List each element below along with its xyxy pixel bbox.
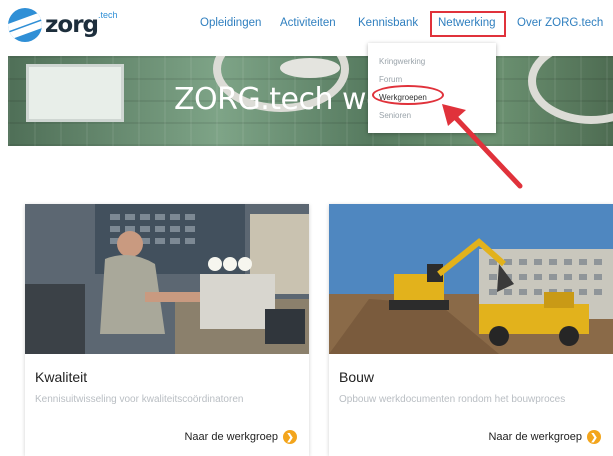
active-nav-highlight — [430, 11, 506, 37]
annotation-arrow-icon — [442, 104, 523, 189]
nav-activiteiten[interactable]: Activiteiten — [280, 17, 336, 29]
nav-over-zorg-tech[interactable]: Over ZORG.tech — [517, 17, 603, 29]
card-link-bouw[interactable]: Naar de werkgroep ❯ — [488, 430, 601, 444]
werkgroepen-highlight-ellipse — [372, 85, 444, 105]
card-image-bouw — [329, 204, 613, 354]
hero-lightbox-panel — [26, 64, 124, 122]
card-description: Kennisuitwisseling voor kwaliteitscoördi… — [35, 394, 244, 405]
card-kwaliteit[interactable]: Kwaliteit Kennisuitwisseling voor kwalit… — [25, 204, 309, 456]
card-title: Bouw — [339, 369, 375, 385]
card-link-label[interactable]: Naar de werkgroep — [488, 431, 582, 443]
nav-kennisbank[interactable]: Kennisbank — [358, 17, 418, 29]
card-image-kwaliteit — [25, 204, 309, 354]
site-header: zorg .tech Opleidingen Activiteiten Kenn… — [0, 0, 613, 50]
menu-item-kringwerking[interactable]: Kringwerking — [379, 57, 425, 66]
card-title: Kwaliteit — [35, 369, 88, 385]
card-bouw[interactable]: Bouw Opbouw werkdocumenten rondom het bo… — [329, 204, 613, 456]
chevron-right-icon[interactable]: ❯ — [587, 430, 601, 444]
main-nav: Opleidingen Activiteiten Kennisbank Netw… — [0, 17, 613, 37]
chevron-right-icon[interactable]: ❯ — [283, 430, 297, 444]
menu-item-senioren[interactable]: Senioren — [379, 111, 411, 120]
menu-item-forum[interactable]: Forum — [379, 75, 402, 84]
card-link-kwaliteit[interactable]: Naar de werkgroep ❯ — [184, 430, 297, 444]
card-description: Opbouw werkdocumenten rondom het bouwpro… — [339, 394, 566, 405]
card-link-label[interactable]: Naar de werkgroep — [184, 431, 278, 443]
nav-opleidingen[interactable]: Opleidingen — [200, 17, 261, 29]
